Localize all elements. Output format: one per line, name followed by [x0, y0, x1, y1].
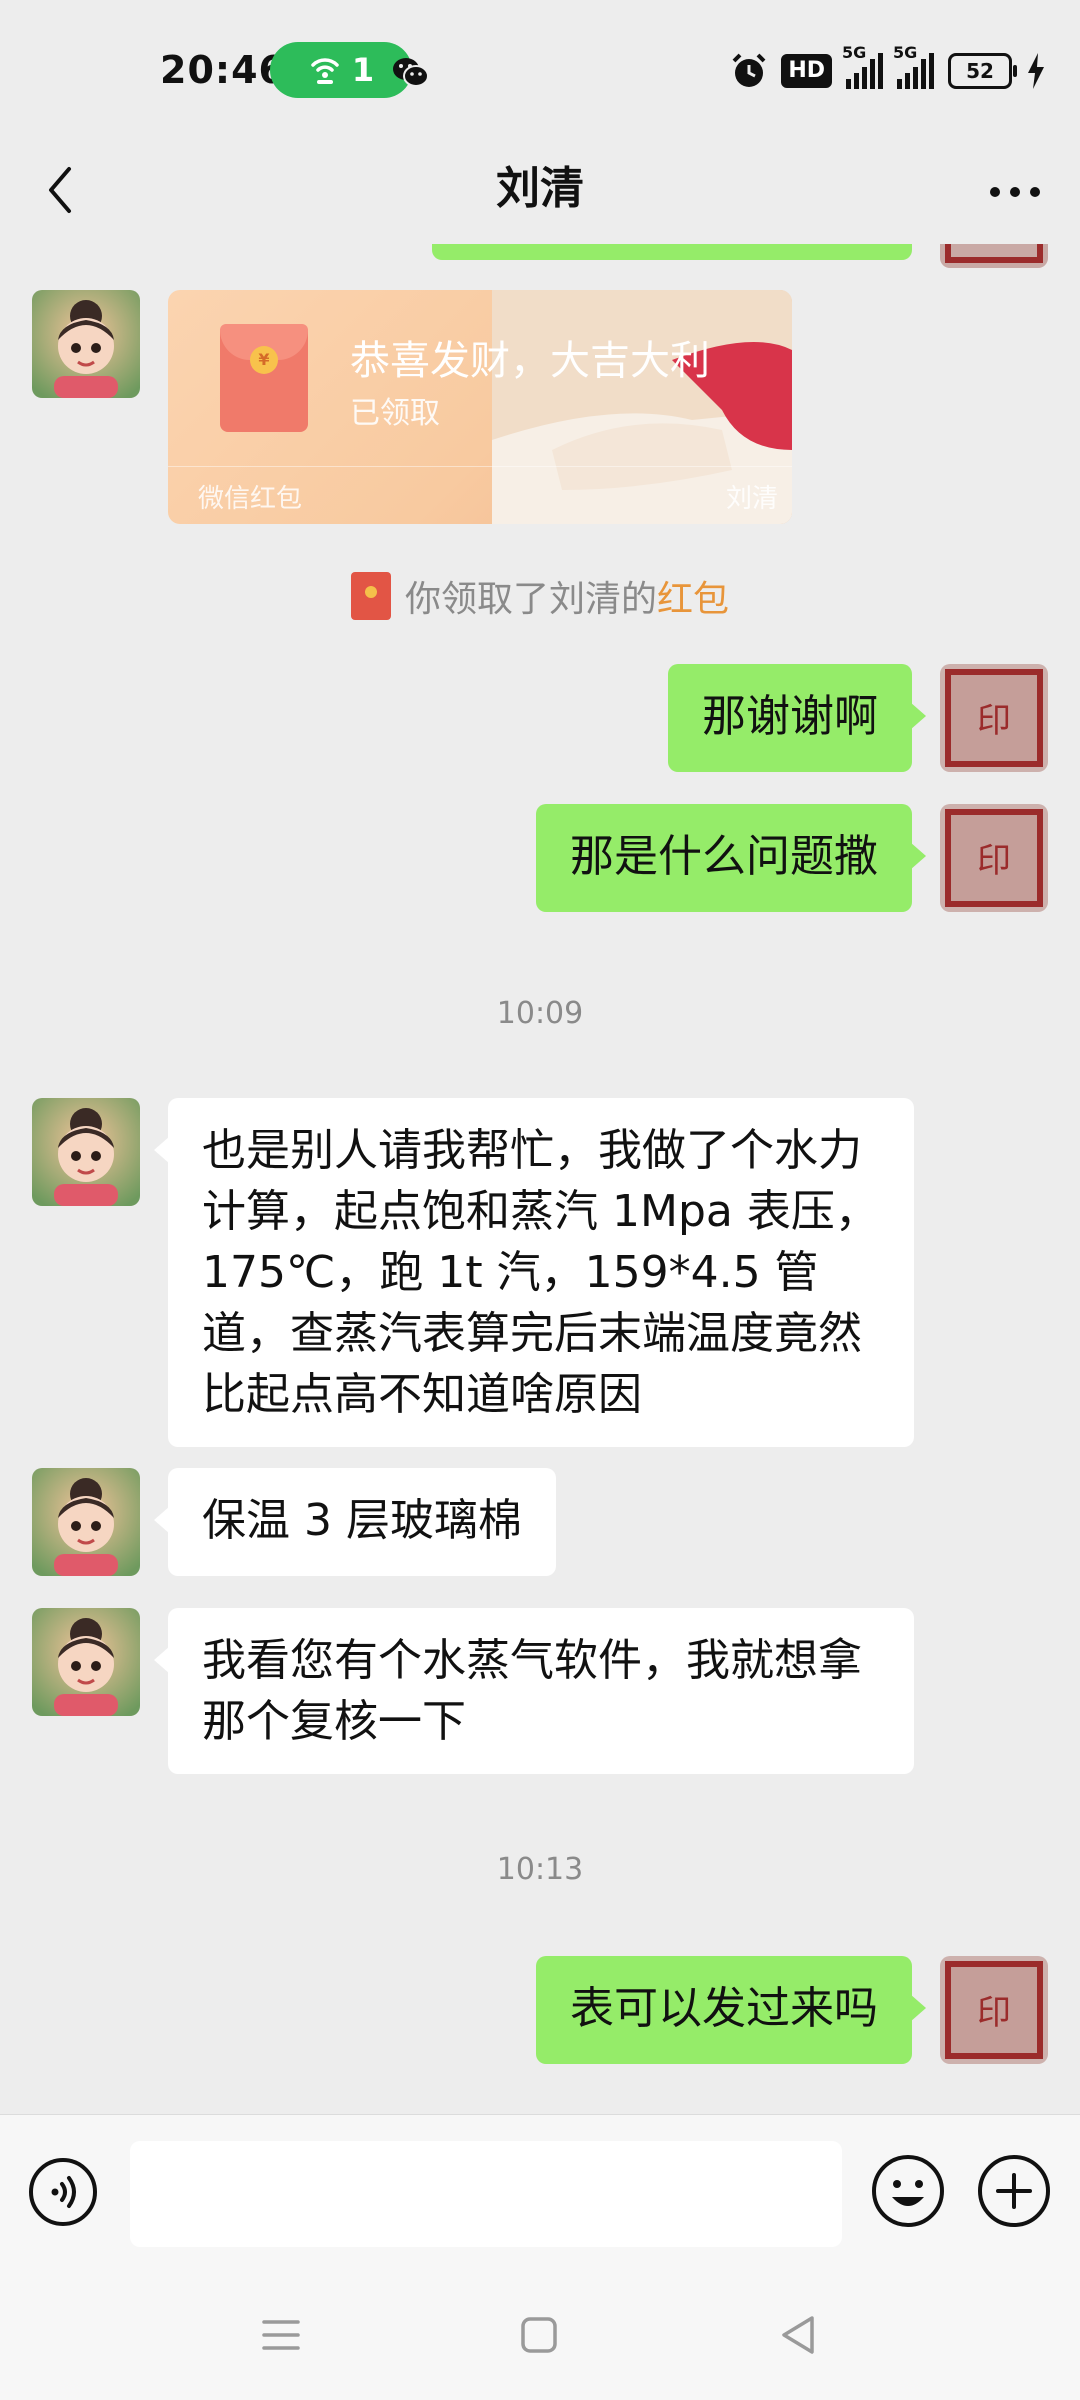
signal-2-icon: 5G [893, 43, 934, 89]
emoji-button[interactable] [870, 2153, 946, 2229]
message-bubble-outgoing[interactable]: 那谢谢啊 [668, 664, 926, 772]
red-packet-link[interactable]: 红包 [657, 579, 729, 620]
message-list[interactable]: ¥ 恭喜发财，大吉大利 已领取 微信红包 刘清 你领取了刘清的红包 那谢谢啊 印… [0, 244, 1080, 2114]
system-navigation-bar [0, 2270, 1080, 2400]
contact-avatar[interactable] [32, 1468, 140, 1576]
hotspot-count: 1 [351, 51, 375, 89]
message-input[interactable] [130, 2141, 842, 2247]
my-avatar[interactable] [940, 244, 1048, 268]
hd-badge: HD [781, 54, 832, 88]
system-notice: 你领取了刘清的红包 [0, 570, 1080, 622]
contact-avatar[interactable] [32, 1608, 140, 1716]
message-bubble-incoming[interactable]: 也是别人请我帮忙，我做了个水力计算，起点饱和蒸汽 1Mpa 表压，175℃，跑 … [154, 1098, 914, 1447]
emoji-icon [872, 2155, 944, 2227]
red-packet-message[interactable]: ¥ 恭喜发财，大吉大利 已领取 微信红包 刘清 [168, 290, 792, 524]
contact-avatar[interactable] [32, 290, 140, 398]
chat-header: 刘清 [0, 140, 1080, 244]
alarm-icon [731, 51, 767, 91]
more-functions-button[interactable] [976, 2153, 1052, 2229]
red-packet-small-icon [350, 572, 391, 620]
message-bubble-outgoing[interactable]: 表可以发过来吗 [536, 1956, 926, 2064]
red-envelope-icon: ¥ [220, 324, 308, 432]
input-bar [0, 2114, 1080, 2271]
system-notice-text: 你领取了刘清的 [404, 579, 657, 620]
contact-avatar[interactable] [32, 1098, 140, 1206]
svg-text:印: 印 [977, 701, 1011, 741]
voice-icon [29, 2158, 97, 2226]
red-packet-title: 恭喜发财，大吉大利 [350, 338, 710, 384]
status-time: 20:46 [160, 48, 286, 92]
wechat-notification-icon [393, 58, 429, 87]
back-nav-icon[interactable] [774, 2310, 824, 2360]
message-bubble-incoming[interactable]: 保温 3 层玻璃棉 [154, 1468, 556, 1576]
svg-text:印: 印 [977, 1993, 1011, 2033]
voice-input-button[interactable] [28, 2157, 98, 2227]
status-icons: HD 5G 5G 52 [731, 43, 1046, 96]
status-bar: 20:46 1 HD 5G 5G 52 [0, 0, 1080, 140]
red-packet-brand: 微信红包 [198, 484, 303, 514]
more-dots-icon [990, 187, 1040, 197]
charging-icon [1026, 51, 1046, 91]
previous-message-bubble [432, 244, 912, 260]
my-avatar[interactable]: 印 [940, 664, 1048, 772]
signal-2-label: 5G [893, 43, 918, 62]
red-packet-status: 已领取 [350, 396, 440, 431]
my-avatar[interactable]: 印 [940, 804, 1048, 912]
home-icon[interactable] [514, 2310, 564, 2360]
svg-text:印: 印 [977, 841, 1011, 881]
timestamp: 10:09 [496, 996, 584, 1031]
message-bubble-incoming[interactable]: 我看您有个水蒸气软件，我就想拿那个复核一下 [154, 1608, 914, 1774]
signal-1-icon: 5G [842, 43, 883, 89]
menu-icon[interactable] [256, 2310, 306, 2360]
chat-screen: 20:46 1 HD 5G 5G 52 刘清 ¥ 恭喜发财，大吉大利 已领取 微… [0, 0, 1080, 2400]
more-options-button[interactable] [980, 162, 1050, 222]
chat-title: 刘清 [496, 163, 584, 214]
timestamp: 10:13 [496, 1852, 584, 1887]
battery-indicator: 52 [948, 53, 1017, 89]
plus-circle-icon [978, 2155, 1050, 2227]
red-packet-sender: 刘清 [725, 484, 778, 514]
signal-1-label: 5G [842, 43, 867, 62]
message-bubble-outgoing[interactable]: 那是什么问题撒 [536, 804, 926, 912]
my-avatar[interactable]: 印 [940, 1956, 1048, 2064]
hotspot-icon [311, 58, 339, 84]
red-packet-divider [168, 466, 792, 467]
